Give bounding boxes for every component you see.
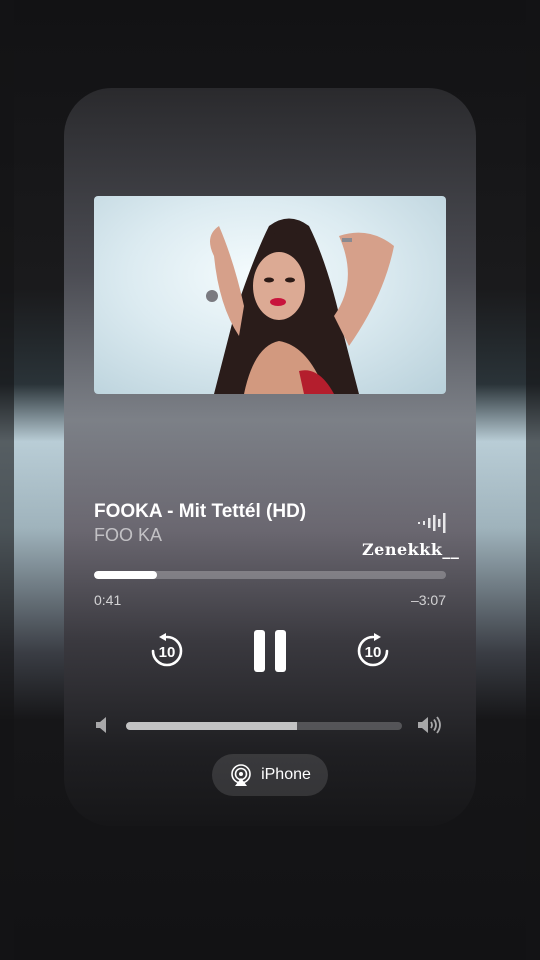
speaker-wave-icon	[418, 716, 441, 734]
pause-icon	[254, 630, 286, 672]
track-artist[interactable]: FOO KA	[94, 525, 162, 546]
goforward-10-icon: 10	[357, 633, 389, 667]
track-title: FOOKA - Mit Tettél (HD)	[94, 501, 307, 522]
watermark-text: Zenekkk__	[362, 540, 460, 559]
airplay-audio-icon	[231, 764, 251, 786]
volume-min-button[interactable]	[94, 716, 110, 734]
skip-back-button[interactable]: 10	[148, 632, 186, 670]
skip-forward-seconds: 10	[365, 644, 382, 661]
audio-output-button[interactable]: iPhone	[212, 754, 328, 796]
skip-back-seconds: 10	[159, 644, 176, 661]
elapsed-time: 0:41	[94, 592, 122, 608]
output-device-label: iPhone	[261, 766, 311, 783]
pause-button[interactable]	[252, 628, 288, 674]
volume-slider[interactable]	[126, 722, 402, 730]
waveform-icon	[418, 513, 446, 533]
gobackward-10-icon: 10	[151, 633, 183, 667]
left-edge	[0, 0, 14, 960]
screen: FOOKA - Mit Tettél (HD) FOO KA Zenekkk__…	[0, 0, 540, 960]
album-artwork[interactable]	[94, 196, 446, 394]
playback-scrubber[interactable]	[94, 571, 446, 579]
skip-forward-button[interactable]: 10	[354, 632, 392, 670]
speaker-icon	[96, 717, 106, 733]
playback-progress-fill	[94, 571, 158, 579]
artwork-portrait	[206, 218, 394, 394]
now-playing-card: FOOKA - Mit Tettél (HD) FOO KA Zenekkk__…	[64, 88, 476, 826]
right-edge	[526, 0, 540, 960]
volume-max-button[interactable]	[416, 716, 444, 734]
remaining-time: –3:07	[410, 592, 446, 608]
volume-level-fill	[126, 722, 298, 730]
